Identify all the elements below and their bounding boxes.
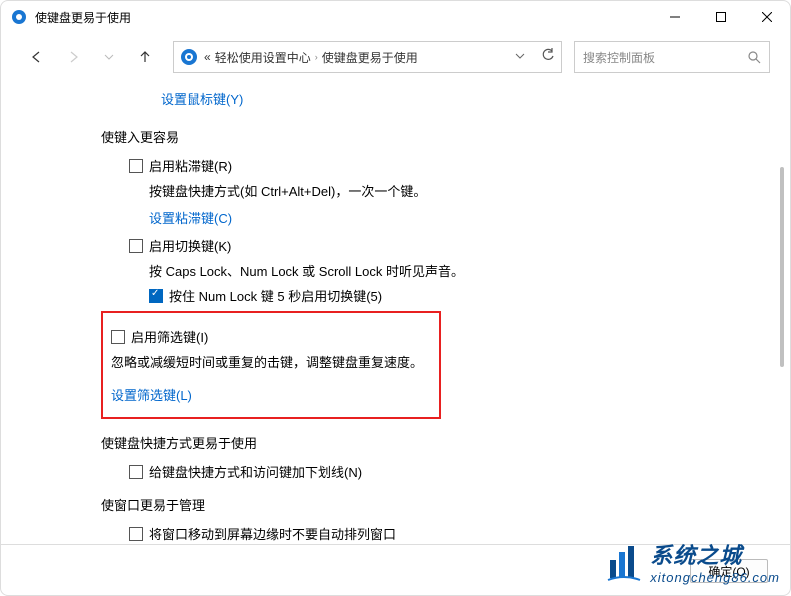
ok-button[interactable]: 确定(O) xyxy=(690,559,768,583)
underline-shortcuts-checkbox[interactable] xyxy=(129,465,143,479)
app-icon xyxy=(11,9,27,25)
filter-keys-label: 启用筛选键(I) xyxy=(131,327,208,346)
filter-keys-link[interactable]: 设置筛选键(L) xyxy=(111,388,192,403)
refresh-icon[interactable] xyxy=(541,48,555,67)
section-shortcuts-title: 使键盘快捷方式更易于使用 xyxy=(101,433,730,452)
sticky-keys-checkbox[interactable] xyxy=(129,159,143,173)
search-icon xyxy=(748,51,761,64)
location-icon xyxy=(180,48,198,66)
footer: 确定(O) xyxy=(1,544,790,583)
breadcrumb-item-1[interactable]: 轻松使用设置中心 xyxy=(215,49,311,66)
breadcrumb-item-2[interactable]: 使键盘更易于使用 xyxy=(322,49,418,66)
numlock-5sec-label: 按住 Num Lock 键 5 秒启用切换键(5) xyxy=(169,286,382,305)
content-area: 设置鼠标键(Y) 使键入更容易 启用粘滞键(R) 按键盘快捷方式(如 Ctrl+… xyxy=(1,81,790,541)
highlighted-section: 启用筛选键(I) 忽略或减缓短时间或重复的击键，调整键盘重复速度。 设置筛选键(… xyxy=(101,311,441,419)
mouse-keys-link[interactable]: 设置鼠标键(Y) xyxy=(161,92,243,107)
minimize-button[interactable] xyxy=(652,1,698,33)
sticky-keys-desc: 按键盘快捷方式(如 Ctrl+Alt+Del)，一次一个键。 xyxy=(149,181,730,200)
toggle-keys-label: 启用切换键(K) xyxy=(149,236,231,255)
address-bar[interactable]: « 轻松使用设置中心 › 使键盘更易于使用 xyxy=(173,41,562,73)
breadcrumb-prefix: « xyxy=(204,50,211,64)
section-windows-title: 使窗口更易于管理 xyxy=(101,495,730,514)
section-typing-title: 使键入更容易 xyxy=(101,127,730,146)
window-title: 使键盘更易于使用 xyxy=(35,9,652,26)
filter-keys-desc: 忽略或减缓短时间或重复的击键，调整键盘重复速度。 xyxy=(111,352,431,371)
maximize-button[interactable] xyxy=(698,1,744,33)
window-arrange-checkbox[interactable] xyxy=(129,527,143,541)
address-dropdown-icon[interactable] xyxy=(515,48,525,67)
window-arrange-label: 将窗口移动到屏幕边缘时不要自动排列窗口 xyxy=(149,524,396,541)
breadcrumb-separator: › xyxy=(315,52,318,62)
sticky-keys-label: 启用粘滞键(R) xyxy=(149,156,232,175)
close-button[interactable] xyxy=(744,1,790,33)
sticky-keys-link[interactable]: 设置粘滞键(C) xyxy=(149,211,232,226)
numlock-5sec-checkbox[interactable] xyxy=(149,289,163,303)
underline-shortcuts-label: 给键盘快捷方式和访问键加下划线(N) xyxy=(149,462,362,481)
up-button[interactable] xyxy=(129,41,161,73)
recent-button[interactable] xyxy=(93,41,125,73)
toggle-keys-desc: 按 Caps Lock、Num Lock 或 Scroll Lock 时听见声音… xyxy=(149,261,730,280)
titlebar: 使键盘更易于使用 xyxy=(1,1,790,33)
search-placeholder: 搜索控制面板 xyxy=(583,49,655,66)
toolbar: « 轻松使用设置中心 › 使键盘更易于使用 搜索控制面板 xyxy=(1,33,790,81)
search-input[interactable]: 搜索控制面板 xyxy=(574,41,770,73)
toggle-keys-checkbox[interactable] xyxy=(129,239,143,253)
scrollbar[interactable] xyxy=(780,167,784,367)
filter-keys-checkbox[interactable] xyxy=(111,330,125,344)
back-button[interactable] xyxy=(21,41,53,73)
window-controls xyxy=(652,1,790,33)
forward-button[interactable] xyxy=(57,41,89,73)
